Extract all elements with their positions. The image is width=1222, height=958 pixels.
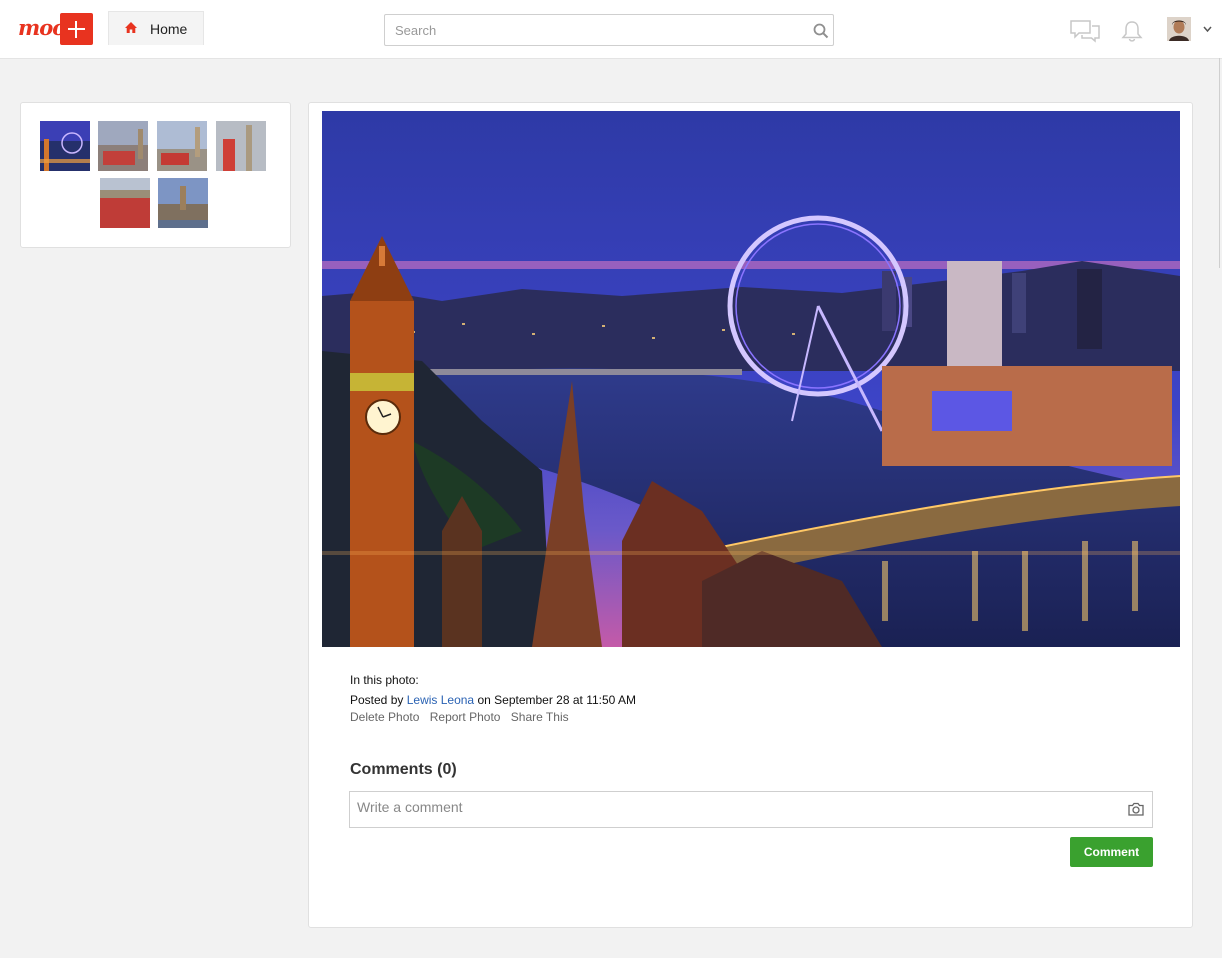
in-this-photo-label: In this photo: (350, 673, 419, 687)
album-thumb-5[interactable] (100, 178, 150, 228)
author-link[interactable]: Lewis Leona (407, 693, 474, 707)
home-tab-label: Home (150, 21, 188, 37)
delete-photo-link[interactable]: Delete Photo (350, 710, 419, 724)
album-thumb-6[interactable] (158, 178, 208, 228)
top-navigation-bar: moo Home (0, 0, 1222, 59)
chevron-down-icon[interactable] (1203, 26, 1212, 33)
album-thumb-3[interactable] (157, 121, 207, 171)
comments-heading: Comments (0) (350, 761, 457, 779)
share-this-link[interactable]: Share This (511, 710, 569, 724)
search-icon[interactable] (813, 23, 829, 39)
camera-icon[interactable] (1128, 802, 1144, 816)
comments-count: (0) (437, 761, 457, 778)
posted-by-line: Posted by Lewis Leona on September 28 at… (350, 693, 636, 707)
photo-detail-panel: In this photo: Posted by Lewis Leona on … (308, 102, 1193, 928)
avatar-image (1167, 17, 1191, 41)
bell-icon[interactable] (1121, 19, 1143, 43)
main-photo[interactable] (322, 111, 1180, 647)
posted-date: on September 28 at 11:50 AM (477, 693, 637, 707)
home-tab[interactable]: Home (108, 11, 204, 45)
album-thumb-2[interactable] (98, 121, 148, 171)
comment-box (349, 791, 1153, 828)
album-thumb-1[interactable] (40, 121, 90, 171)
site-logo[interactable]: moo (18, 15, 66, 40)
photo-actions: Delete Photo Report Photo Share This (350, 710, 576, 724)
london-night-photo (322, 111, 1180, 647)
create-plus-button[interactable] (60, 13, 93, 45)
report-photo-link[interactable]: Report Photo (430, 710, 501, 724)
search-box (384, 14, 834, 46)
scrollbar-edge (1219, 58, 1220, 268)
comment-submit-button[interactable]: Comment (1070, 837, 1153, 867)
posted-by-prefix: Posted by (350, 693, 404, 707)
user-avatar[interactable] (1167, 17, 1191, 41)
album-thumb-4[interactable] (216, 121, 266, 171)
home-icon (125, 22, 137, 33)
comment-input[interactable] (350, 792, 1120, 827)
messages-icon[interactable] (1070, 19, 1100, 43)
comments-title: Comments (350, 761, 433, 778)
search-input[interactable] (385, 15, 805, 45)
album-thumbnails-panel (20, 102, 291, 248)
